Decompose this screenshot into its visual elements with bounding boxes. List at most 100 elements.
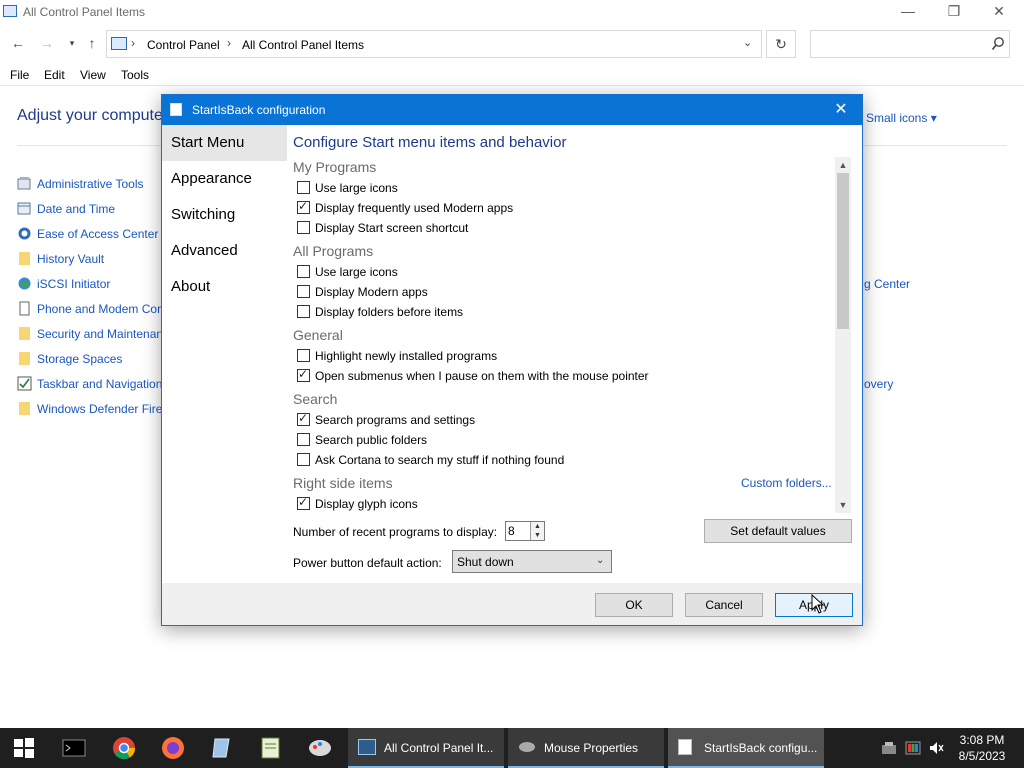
date-time-icon bbox=[17, 202, 31, 215]
breadcrumb-separator-icon: › bbox=[131, 36, 135, 50]
refresh-icon[interactable]: ↻ bbox=[766, 30, 796, 58]
menu-file[interactable]: File bbox=[10, 68, 29, 82]
option-search-programs-settings[interactable]: Search programs and settings bbox=[297, 411, 817, 429]
checkbox[interactable] bbox=[297, 305, 310, 318]
checkbox-checked[interactable] bbox=[297, 199, 310, 214]
custom-folders-link[interactable]: Custom folders... bbox=[741, 476, 832, 490]
stepper-up-icon[interactable]: ▲ bbox=[530, 522, 544, 531]
address-bar[interactable]: › Control Panel › All Control Panel Item… bbox=[106, 30, 762, 58]
menu-edit[interactable]: Edit bbox=[44, 68, 65, 82]
option-frequent-modern-apps[interactable]: Display frequently used Modern apps bbox=[297, 199, 817, 217]
checkbox[interactable] bbox=[297, 221, 310, 234]
checkbox-checked[interactable] bbox=[297, 367, 310, 382]
stepper-down-icon[interactable]: ▼ bbox=[530, 531, 544, 540]
checkbox[interactable] bbox=[297, 285, 310, 298]
admin-tools-icon bbox=[17, 177, 31, 190]
vertical-scrollbar[interactable]: ▲ ▼ bbox=[835, 157, 851, 513]
scrollbar-thumb[interactable] bbox=[837, 173, 849, 329]
nav-switching[interactable]: Switching bbox=[162, 197, 287, 233]
checkbox[interactable] bbox=[297, 181, 310, 194]
paint-app-icon[interactable] bbox=[308, 736, 332, 760]
chevron-down-icon: ⌄ bbox=[596, 555, 605, 566]
close-icon[interactable]: ✕ bbox=[984, 2, 1014, 22]
ok-button[interactable]: OK bbox=[595, 593, 673, 617]
display-color-icon[interactable] bbox=[905, 740, 921, 756]
breadcrumb-all-items[interactable]: All Control Panel Items bbox=[242, 38, 364, 52]
option-display-glyph-icons[interactable]: Display glyph icons bbox=[297, 495, 817, 513]
group-general: General bbox=[293, 327, 343, 343]
minimize-icon[interactable]: — bbox=[893, 2, 923, 22]
control-panel-icon bbox=[358, 739, 376, 755]
cp-item-partial-recovery[interactable]: overy bbox=[864, 377, 893, 391]
recent-programs-input[interactable] bbox=[508, 524, 528, 538]
network-tools-icon[interactable] bbox=[881, 740, 897, 756]
search-input[interactable] bbox=[815, 35, 985, 53]
menu-tools[interactable]: Tools bbox=[121, 68, 149, 82]
power-button-label: Power button default action: bbox=[293, 556, 442, 570]
option-highlight-new-programs[interactable]: Highlight newly installed programs bbox=[297, 347, 817, 365]
menu-view[interactable]: View bbox=[80, 68, 106, 82]
nav-about[interactable]: About bbox=[162, 269, 287, 305]
option-search-public-folders[interactable]: Search public folders bbox=[297, 431, 817, 449]
option-open-submenus-on-hover[interactable]: Open submenus when I pause on them with … bbox=[297, 367, 817, 385]
option-display-modern-apps[interactable]: Display Modern apps bbox=[297, 283, 817, 301]
options-scroll-area[interactable]: My Programs Use large icons Display freq… bbox=[287, 157, 851, 513]
scroll-down-icon[interactable]: ▼ bbox=[835, 497, 851, 513]
checkbox[interactable] bbox=[297, 265, 310, 278]
breadcrumb-control-panel[interactable]: Control Panel bbox=[147, 38, 220, 52]
volume-muted-icon[interactable] bbox=[928, 740, 944, 756]
dialog-titlebar[interactable]: StartIsBack configuration ✕ bbox=[162, 95, 862, 125]
checkbox[interactable] bbox=[297, 349, 310, 362]
option-start-screen-shortcut[interactable]: Display Start screen shortcut bbox=[297, 219, 817, 237]
checkbox[interactable] bbox=[297, 433, 310, 446]
mouse-icon bbox=[519, 742, 535, 752]
phone-icon bbox=[19, 301, 30, 316]
system-clock[interactable]: 3:08 PM 8/5/2023 bbox=[950, 732, 1014, 764]
chevron-down-icon[interactable]: ⌄ bbox=[743, 36, 752, 49]
cp-item-partial-center[interactable]: g Center bbox=[864, 277, 910, 291]
control-panel-icon bbox=[111, 37, 127, 50]
recent-locations-icon[interactable]: ▾ bbox=[63, 34, 81, 52]
window-titlebar[interactable]: All Control Panel Items — ❐ ✕ bbox=[0, 0, 1024, 24]
back-arrow-icon[interactable]: ← bbox=[9, 34, 27, 52]
group-all-programs: All Programs bbox=[293, 243, 374, 259]
firefox-icon[interactable] bbox=[161, 736, 185, 760]
maximize-icon[interactable]: ❐ bbox=[939, 2, 969, 22]
option-my-large-icons[interactable]: Use large icons bbox=[297, 179, 817, 197]
ease-access-icon bbox=[18, 227, 31, 240]
notes-app-icon[interactable] bbox=[210, 736, 234, 760]
taskbar: All Control Panel It... Mouse Properties… bbox=[0, 728, 1024, 768]
forward-arrow-icon[interactable]: → bbox=[38, 34, 56, 52]
recent-programs-stepper[interactable]: ▲ ▼ bbox=[505, 521, 545, 541]
nav-start-menu[interactable]: Start Menu bbox=[162, 125, 287, 161]
power-action-value: Shut down bbox=[457, 555, 514, 569]
power-action-select[interactable]: Shut down ⌄ bbox=[452, 550, 612, 573]
option-folders-before-items[interactable]: Display folders before items bbox=[297, 303, 817, 321]
checkbox-checked[interactable] bbox=[297, 411, 310, 426]
taskbar-item-mouse-properties[interactable]: Mouse Properties bbox=[508, 728, 664, 768]
group-search: Search bbox=[293, 391, 338, 407]
cancel-button[interactable]: Cancel bbox=[685, 593, 763, 617]
scroll-up-icon[interactable]: ▲ bbox=[835, 157, 851, 173]
nav-advanced[interactable]: Advanced bbox=[162, 233, 287, 269]
option-ask-cortana[interactable]: Ask Cortana to search my stuff if nothin… bbox=[297, 451, 817, 469]
mouse-cursor-icon bbox=[811, 594, 825, 614]
chrome-icon[interactable] bbox=[112, 736, 136, 760]
option-all-large-icons[interactable]: Use large icons bbox=[297, 263, 817, 281]
windows-start-icon[interactable] bbox=[12, 736, 36, 760]
set-default-values-button[interactable]: Set default values bbox=[704, 519, 852, 543]
search-icon bbox=[991, 37, 1004, 50]
checkbox[interactable] bbox=[297, 453, 310, 466]
up-arrow-icon[interactable]: ↑ bbox=[83, 34, 101, 52]
checkbox-checked[interactable] bbox=[297, 495, 310, 510]
group-my-programs: My Programs bbox=[293, 159, 377, 175]
editor-app-icon[interactable] bbox=[259, 736, 283, 760]
nav-appearance[interactable]: Appearance bbox=[162, 161, 287, 197]
taskbar-item-startisback[interactable]: StartIsBack configu... bbox=[668, 728, 824, 768]
taskbar-item-control-panel[interactable]: All Control Panel It... bbox=[348, 728, 504, 768]
dialog-nav: Start Menu Appearance Switching Advanced… bbox=[162, 125, 287, 583]
close-icon[interactable]: ✕ bbox=[828, 99, 854, 121]
search-box[interactable] bbox=[810, 30, 1010, 58]
view-by-dropdown[interactable]: Small icons ▾ bbox=[866, 111, 937, 125]
terminal-icon[interactable] bbox=[62, 736, 86, 760]
